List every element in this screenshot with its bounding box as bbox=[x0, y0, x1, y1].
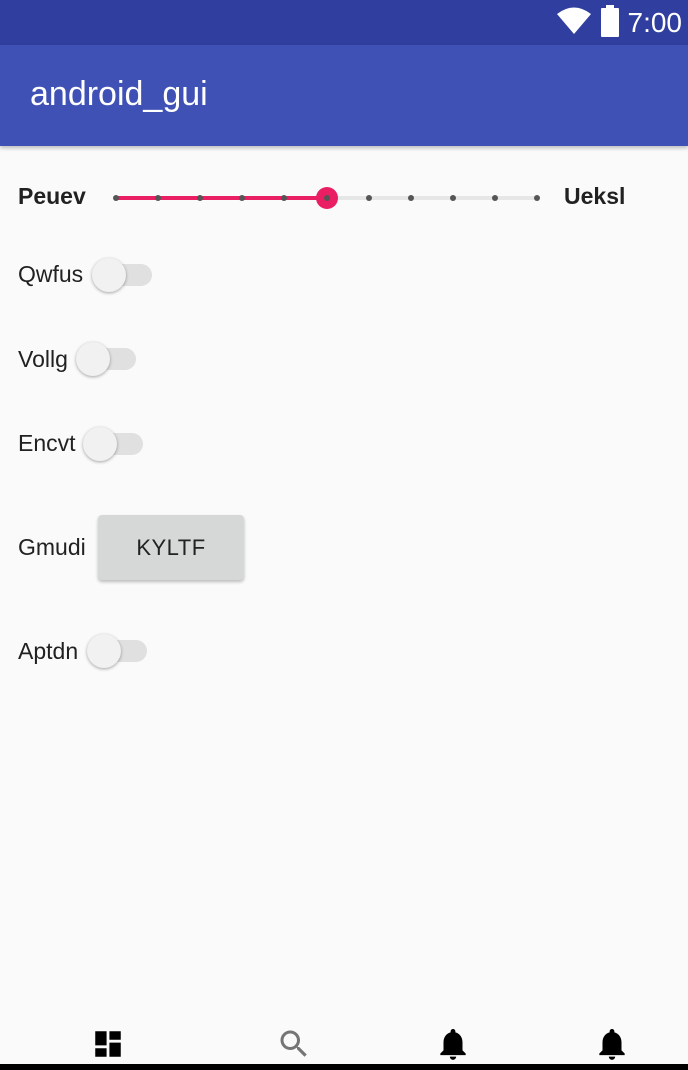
kyltf-button[interactable]: KYLTF bbox=[98, 515, 244, 580]
slider-tick bbox=[365, 195, 372, 201]
slider-tick bbox=[407, 195, 414, 201]
slider-tick bbox=[155, 195, 162, 201]
seek-bar[interactable] bbox=[113, 186, 540, 210]
app-bar: android_gui bbox=[0, 45, 688, 146]
nav-item-notifications-1[interactable] bbox=[433, 1026, 473, 1066]
notifications-icon bbox=[434, 1025, 472, 1067]
status-icons: 7:00 bbox=[556, 0, 683, 45]
nav-item-dashboard[interactable] bbox=[88, 1026, 128, 1066]
toggle-switch-qwfus[interactable] bbox=[92, 258, 154, 294]
nav-item-search[interactable] bbox=[274, 1026, 314, 1066]
slider-tick bbox=[113, 195, 119, 201]
slider-min-label: Peuev bbox=[18, 183, 86, 209]
switch-thumb bbox=[87, 634, 121, 668]
notifications-icon bbox=[593, 1025, 631, 1067]
button-row-label: Gmudi bbox=[18, 534, 86, 560]
slider-tick bbox=[239, 195, 246, 201]
dashboard-icon bbox=[91, 1027, 125, 1065]
slider-max-label: Ueksl bbox=[564, 183, 626, 209]
battery-icon bbox=[600, 4, 620, 41]
switch-thumb bbox=[76, 342, 110, 376]
bottom-navigation bbox=[0, 1016, 688, 1070]
slider-tick bbox=[534, 195, 540, 201]
search-icon bbox=[276, 1026, 312, 1066]
status-time: 7:00 bbox=[627, 6, 683, 38]
switch-thumb bbox=[83, 427, 117, 461]
toggle-switch-encvt[interactable] bbox=[83, 427, 145, 463]
slider-tick bbox=[197, 195, 204, 201]
slider-tick bbox=[449, 195, 456, 201]
navigation-bar-edge bbox=[0, 1064, 688, 1070]
status-bar: 7:00 bbox=[0, 0, 688, 45]
slider-thumb[interactable] bbox=[315, 187, 338, 209]
nav-item-notifications-2[interactable] bbox=[592, 1026, 632, 1066]
wifi-icon bbox=[556, 7, 592, 39]
switch-thumb bbox=[92, 258, 126, 292]
switch-label-vollg: Vollg bbox=[18, 346, 68, 372]
switch-label-qwfus: Qwfus bbox=[18, 261, 84, 287]
slider-tick bbox=[281, 195, 288, 201]
switch-label-aptdn: Aptdn bbox=[18, 638, 79, 664]
toggle-switch-vollg[interactable] bbox=[76, 342, 138, 378]
slider-fill bbox=[116, 196, 327, 200]
app-title: android_gui bbox=[30, 75, 208, 113]
toggle-switch-aptdn[interactable] bbox=[87, 634, 149, 670]
switch-label-encvt: Encvt bbox=[18, 430, 76, 456]
slider-tick bbox=[491, 195, 498, 201]
